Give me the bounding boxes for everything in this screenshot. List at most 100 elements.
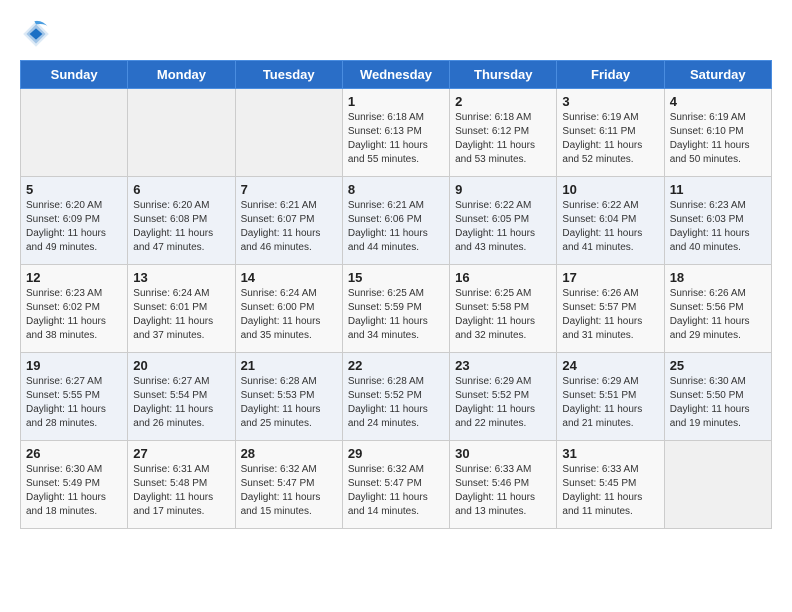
week-row-3: 12 Sunrise: 6:23 AMSunset: 6:02 PMDayligh… (21, 265, 772, 353)
day-number: 25 (670, 358, 766, 373)
day-cell: 19 Sunrise: 6:27 AMSunset: 5:55 PMDayligh… (21, 353, 128, 441)
day-info: Sunrise: 6:27 AMSunset: 5:55 PMDaylight:… (26, 375, 122, 431)
day-number: 1 (348, 94, 444, 109)
day-info: Sunrise: 6:24 AMSunset: 6:00 PMDaylight:… (241, 287, 337, 343)
day-info: Sunrise: 6:27 AMSunset: 5:54 PMDaylight:… (133, 375, 229, 431)
day-info: Sunrise: 6:20 AMSunset: 6:08 PMDaylight:… (133, 199, 229, 255)
day-number: 15 (348, 270, 444, 285)
day-number: 3 (562, 94, 658, 109)
day-info: Sunrise: 6:19 AMSunset: 6:10 PMDaylight:… (670, 111, 766, 167)
day-cell: 22 Sunrise: 6:28 AMSunset: 5:52 PMDayligh… (342, 353, 449, 441)
day-info: Sunrise: 6:24 AMSunset: 6:01 PMDaylight:… (133, 287, 229, 343)
day-cell: 23 Sunrise: 6:29 AMSunset: 5:52 PMDayligh… (450, 353, 557, 441)
day-info: Sunrise: 6:23 AMSunset: 6:02 PMDaylight:… (26, 287, 122, 343)
day-info: Sunrise: 6:18 AMSunset: 6:12 PMDaylight:… (455, 111, 551, 167)
day-info: Sunrise: 6:26 AMSunset: 5:56 PMDaylight:… (670, 287, 766, 343)
day-cell: 24 Sunrise: 6:29 AMSunset: 5:51 PMDayligh… (557, 353, 664, 441)
day-info: Sunrise: 6:26 AMSunset: 5:57 PMDaylight:… (562, 287, 658, 343)
day-cell: 4 Sunrise: 6:19 AMSunset: 6:10 PMDaylight… (664, 89, 771, 177)
day-number: 30 (455, 446, 551, 461)
day-info: Sunrise: 6:33 AMSunset: 5:45 PMDaylight:… (562, 463, 658, 519)
day-number: 28 (241, 446, 337, 461)
day-number: 4 (670, 94, 766, 109)
day-number: 23 (455, 358, 551, 373)
day-info: Sunrise: 6:19 AMSunset: 6:11 PMDaylight:… (562, 111, 658, 167)
day-number: 31 (562, 446, 658, 461)
week-row-1: 1 Sunrise: 6:18 AMSunset: 6:13 PMDaylight… (21, 89, 772, 177)
day-cell: 16 Sunrise: 6:25 AMSunset: 5:58 PMDayligh… (450, 265, 557, 353)
weekday-header-monday: Monday (128, 61, 235, 89)
logo-icon (20, 18, 52, 50)
day-info: Sunrise: 6:32 AMSunset: 5:47 PMDaylight:… (241, 463, 337, 519)
day-number: 7 (241, 182, 337, 197)
weekday-header-tuesday: Tuesday (235, 61, 342, 89)
weekday-header-wednesday: Wednesday (342, 61, 449, 89)
day-info: Sunrise: 6:29 AMSunset: 5:51 PMDaylight:… (562, 375, 658, 431)
day-info: Sunrise: 6:30 AMSunset: 5:50 PMDaylight:… (670, 375, 766, 431)
day-number: 29 (348, 446, 444, 461)
day-cell: 11 Sunrise: 6:23 AMSunset: 6:03 PMDayligh… (664, 177, 771, 265)
day-cell: 18 Sunrise: 6:26 AMSunset: 5:56 PMDayligh… (664, 265, 771, 353)
weekday-header-sunday: Sunday (21, 61, 128, 89)
day-number: 17 (562, 270, 658, 285)
day-info: Sunrise: 6:18 AMSunset: 6:13 PMDaylight:… (348, 111, 444, 167)
weekday-header-friday: Friday (557, 61, 664, 89)
day-cell: 6 Sunrise: 6:20 AMSunset: 6:08 PMDaylight… (128, 177, 235, 265)
day-info: Sunrise: 6:33 AMSunset: 5:46 PMDaylight:… (455, 463, 551, 519)
day-number: 14 (241, 270, 337, 285)
logo (20, 18, 56, 50)
day-cell: 2Sunrise: 6:18 AMSunset: 6:12 PMDaylight… (450, 89, 557, 177)
calendar: SundayMondayTuesdayWednesdayThursdayFrid… (20, 60, 772, 529)
day-number: 18 (670, 270, 766, 285)
day-number: 21 (241, 358, 337, 373)
day-cell: 31 Sunrise: 6:33 AMSunset: 5:45 PMDayligh… (557, 441, 664, 529)
day-number: 24 (562, 358, 658, 373)
day-cell (235, 89, 342, 177)
day-info: Sunrise: 6:22 AMSunset: 6:05 PMDaylight:… (455, 199, 551, 255)
day-number: 13 (133, 270, 229, 285)
day-number: 9 (455, 182, 551, 197)
day-cell: 15 Sunrise: 6:25 AMSunset: 5:59 PMDayligh… (342, 265, 449, 353)
day-info: Sunrise: 6:25 AMSunset: 5:59 PMDaylight:… (348, 287, 444, 343)
day-number: 8 (348, 182, 444, 197)
day-cell: 13 Sunrise: 6:24 AMSunset: 6:01 PMDayligh… (128, 265, 235, 353)
day-info: Sunrise: 6:25 AMSunset: 5:58 PMDaylight:… (455, 287, 551, 343)
day-cell: 25 Sunrise: 6:30 AMSunset: 5:50 PMDayligh… (664, 353, 771, 441)
day-number: 19 (26, 358, 122, 373)
weekday-header-row: SundayMondayTuesdayWednesdayThursdayFrid… (21, 61, 772, 89)
day-cell (21, 89, 128, 177)
day-info: Sunrise: 6:28 AMSunset: 5:53 PMDaylight:… (241, 375, 337, 431)
day-cell: 8 Sunrise: 6:21 AMSunset: 6:06 PMDaylight… (342, 177, 449, 265)
day-cell: 9 Sunrise: 6:22 AMSunset: 6:05 PMDaylight… (450, 177, 557, 265)
week-row-2: 5Sunrise: 6:20 AMSunset: 6:09 PMDaylight… (21, 177, 772, 265)
day-number: 12 (26, 270, 122, 285)
day-info: Sunrise: 6:20 AMSunset: 6:09 PMDaylight:… (26, 199, 122, 255)
day-number: 10 (562, 182, 658, 197)
weekday-header-thursday: Thursday (450, 61, 557, 89)
day-cell (664, 441, 771, 529)
day-info: Sunrise: 6:29 AMSunset: 5:52 PMDaylight:… (455, 375, 551, 431)
day-number: 11 (670, 182, 766, 197)
day-cell: 7 Sunrise: 6:21 AMSunset: 6:07 PMDaylight… (235, 177, 342, 265)
day-number: 16 (455, 270, 551, 285)
day-cell: 1 Sunrise: 6:18 AMSunset: 6:13 PMDaylight… (342, 89, 449, 177)
day-cell: 14 Sunrise: 6:24 AMSunset: 6:00 PMDayligh… (235, 265, 342, 353)
day-cell: 29Sunrise: 6:32 AMSunset: 5:47 PMDayligh… (342, 441, 449, 529)
day-number: 26 (26, 446, 122, 461)
day-cell: 30 Sunrise: 6:33 AMSunset: 5:46 PMDayligh… (450, 441, 557, 529)
day-info: Sunrise: 6:23 AMSunset: 6:03 PMDaylight:… (670, 199, 766, 255)
day-info: Sunrise: 6:21 AMSunset: 6:07 PMDaylight:… (241, 199, 337, 255)
day-info: Sunrise: 6:31 AMSunset: 5:48 PMDaylight:… (133, 463, 229, 519)
week-row-4: 19 Sunrise: 6:27 AMSunset: 5:55 PMDayligh… (21, 353, 772, 441)
day-number: 6 (133, 182, 229, 197)
day-cell: 28 Sunrise: 6:32 AMSunset: 5:47 PMDayligh… (235, 441, 342, 529)
day-info: Sunrise: 6:30 AMSunset: 5:49 PMDaylight:… (26, 463, 122, 519)
day-cell: 5Sunrise: 6:20 AMSunset: 6:09 PMDaylight… (21, 177, 128, 265)
weekday-header-saturday: Saturday (664, 61, 771, 89)
day-info: Sunrise: 6:21 AMSunset: 6:06 PMDaylight:… (348, 199, 444, 255)
day-number: 22 (348, 358, 444, 373)
day-cell: 21 Sunrise: 6:28 AMSunset: 5:53 PMDayligh… (235, 353, 342, 441)
day-cell (128, 89, 235, 177)
day-cell: 10Sunrise: 6:22 AMSunset: 6:04 PMDayligh… (557, 177, 664, 265)
day-info: Sunrise: 6:28 AMSunset: 5:52 PMDaylight:… (348, 375, 444, 431)
